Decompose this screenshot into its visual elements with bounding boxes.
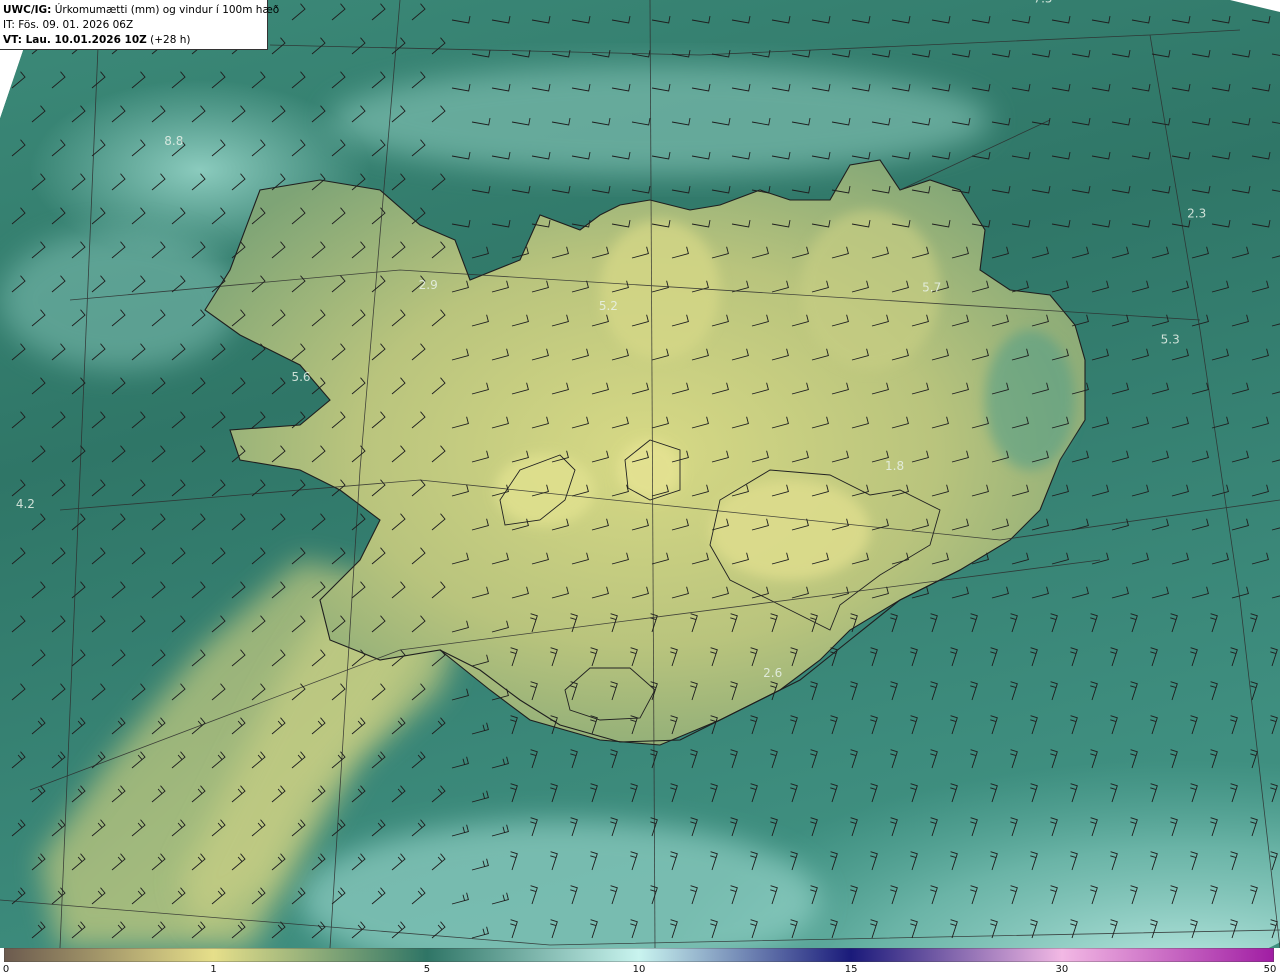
precipitation-map[interactable]: 4.54.35.57.38.27.58.82.32.82.95.25.75.36… [0, 0, 1280, 948]
colorbar-tick-1: 1 [210, 964, 217, 975]
precip-value-label: 2.6 [763, 666, 782, 680]
product-code: UWC/IG: [3, 4, 52, 16]
colorbar-tick-10: 10 [632, 964, 646, 975]
precip-value-label: 1.8 [885, 459, 904, 473]
colorbar-tick-30: 30 [1055, 964, 1069, 975]
map-title-box: UWC/IG: Úrkomumætti (mm) og vindur í 100… [0, 0, 279, 50]
precip-value-label: 8.2 [376, 0, 395, 2]
precip-value-label: 8.8 [164, 134, 183, 148]
precip-value-label: 4.2 [16, 497, 35, 511]
precip-value-label: 5.7 [922, 280, 941, 294]
product-title: Úrkomumætti (mm) og vindur í 100m hæð [54, 4, 280, 16]
precip-value-label: 5.3 [1161, 333, 1180, 347]
precip-value-label: 5.6 [291, 370, 310, 384]
colorbar: 0 1 5 10 15 30 50 [0, 948, 1280, 978]
init-time: IT: Fös. 09. 01. 2026 06Z [3, 19, 134, 31]
colorbar-gradient [4, 948, 1274, 962]
colorbar-tick-0: 0 [2, 964, 10, 975]
map-view: 4.54.35.57.38.27.58.82.32.82.95.25.75.36… [0, 0, 1280, 978]
colorbar-tick-50: 50 [1263, 964, 1277, 975]
valid-time-line: VT: Lau. 10.01.2026 10Z (+28 h) [3, 33, 267, 48]
precip-value-label: 2.9 [419, 278, 438, 292]
precip-value-label: 7.5 [1033, 0, 1052, 6]
colorbar-tick-15: 15 [844, 964, 858, 975]
precip-value-label: 2.3 [1187, 206, 1206, 220]
lead-time: (+28 h) [150, 34, 191, 46]
title-line: UWC/IG: Úrkomumætti (mm) og vindur í 100… [3, 3, 279, 18]
valid-time: VT: Lau. 10.01.2026 10Z [3, 34, 147, 46]
colorbar-tick-5: 5 [423, 964, 431, 975]
precip-value-label: 5.2 [599, 299, 618, 313]
